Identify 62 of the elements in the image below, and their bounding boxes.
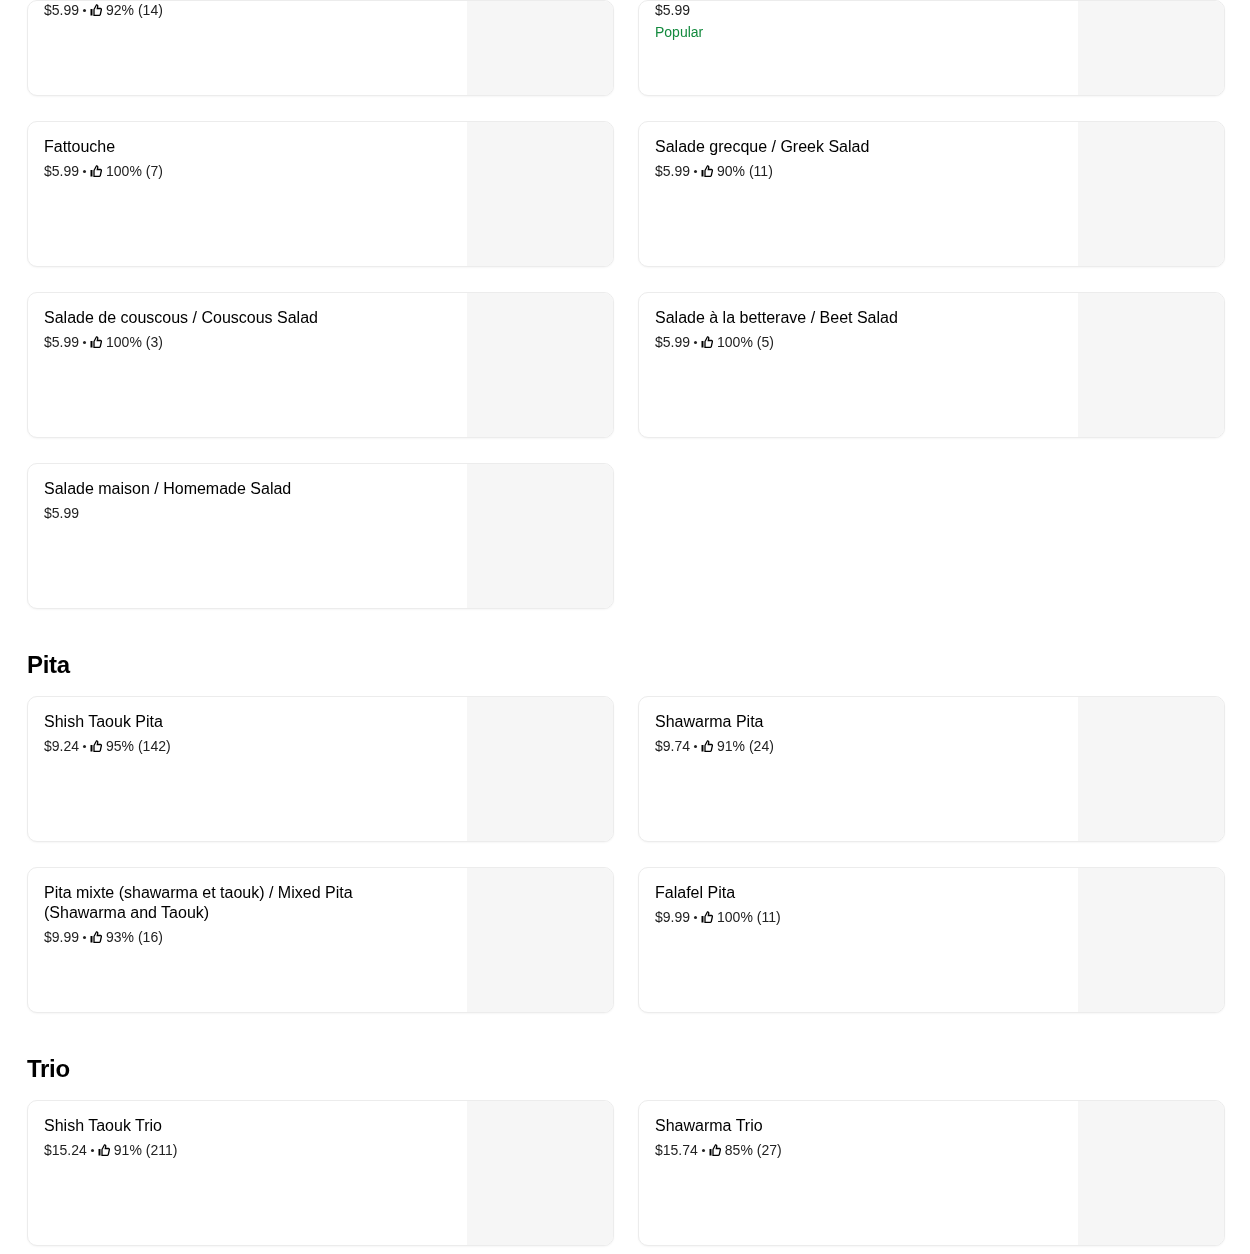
item-rating: 100% (11) (717, 908, 781, 926)
item-name: Shish Taouk Trio (44, 1116, 163, 1136)
item-price: $5.99 (44, 1, 80, 19)
menu-item-card[interactable]: Salade maison / Homemade Salad $5.99 (27, 463, 614, 609)
item-rating: 91% (211) (113, 1141, 178, 1159)
thumbs-up-icon (701, 740, 714, 752)
item-rating: 100% (7) (106, 162, 163, 180)
item-price: $5.99 (44, 504, 80, 522)
item-price: $9.24 (44, 737, 80, 755)
item-price: $5.99 (655, 1, 691, 19)
item-rating: 95% (142) (106, 737, 171, 755)
thumbs-up-icon (90, 740, 103, 752)
thumbs-up-icon (701, 165, 714, 177)
popular-label: Popular (655, 24, 705, 40)
thumbs-up-icon (97, 1144, 110, 1156)
thumbs-up-icon (701, 911, 714, 923)
item-rating: 100% (5) (717, 333, 774, 351)
thumbs-up-icon (90, 165, 103, 177)
menu-item-card[interactable]: Shawarma Pita $9.74 91% (24) (638, 696, 1225, 842)
item-price: $9.99 (655, 908, 691, 926)
item-name: Salade maison / Homemade Salad (44, 479, 293, 499)
item-name: Shawarma Trio (655, 1116, 764, 1136)
menu-item-card[interactable]: Pita mixte (shawarma et taouk) / Mixed Pita (Shawarma and Taouk) $9.99 93% (16) (27, 867, 614, 1013)
menu-item-card[interactable]: $5.99 92% (14) (27, 0, 614, 96)
item-name: Salade de couscous / Couscous Salad (44, 308, 319, 328)
section-heading: Trio (27, 1054, 71, 1084)
menu-item-card[interactable]: Salade grecque / Greek Salad $5.99 90% (11) (638, 121, 1225, 267)
item-name: Salade grecque / Greek Salad (655, 137, 871, 157)
item-price: $9.74 (655, 737, 691, 755)
thumbs-up-icon (701, 336, 714, 348)
section-heading: Pita (27, 650, 72, 680)
thumbs-up-icon (90, 931, 103, 943)
item-name: Pita mixte (shawarma et taouk) / Mixed Pita (Shawarma and Taouk) (44, 883, 354, 923)
item-price: $5.99 (655, 333, 691, 351)
item-rating: 100% (3) (106, 333, 163, 351)
item-name: Salade à la betterave / Beet Salad (655, 308, 899, 328)
item-name: Shish Taouk Pita (44, 712, 164, 732)
item-name: Falafel Pita (655, 883, 737, 903)
item-price: $5.99 (44, 162, 80, 180)
item-price: $15.74 (655, 1141, 698, 1159)
item-rating: 85% (27) (724, 1141, 782, 1159)
item-price: $15.24 (44, 1141, 87, 1159)
menu-item-card[interactable]: Shawarma Trio $15.74 85% (27) (638, 1100, 1225, 1246)
item-name: Fattouche (44, 137, 117, 157)
menu-item-card[interactable]: Salade de couscous / Couscous Salad $5.99 100% (3) (27, 292, 614, 438)
item-price: $5.99 (44, 333, 80, 351)
item-name: Shawarma Pita (655, 712, 765, 732)
item-rating: 93% (16) (106, 928, 163, 946)
menu-item-card[interactable]: Salade à la betterave / Beet Salad $5.99 100% (5) (638, 292, 1225, 438)
item-price: $9.99 (44, 928, 80, 946)
menu-item-card[interactable]: Shish Taouk Pita $9.24 95% (142) (27, 696, 614, 842)
menu-item-card[interactable]: Falafel Pita $9.99 100% (11) (638, 867, 1225, 1013)
thumbs-up-icon (90, 4, 103, 16)
menu-item-card[interactable]: $5.99 Popular (638, 0, 1225, 96)
thumbs-up-icon (90, 336, 103, 348)
item-rating: 92% (14) (106, 1, 163, 19)
item-rating: 90% (11) (717, 162, 773, 180)
item-rating: 91% (24) (717, 737, 774, 755)
item-price: $5.99 (655, 162, 691, 180)
thumbs-up-icon (708, 1144, 721, 1156)
menu-item-card[interactable]: Fattouche $5.99 100% (7) (27, 121, 614, 267)
menu-item-card[interactable]: Shish Taouk Trio $15.24 91% (211) (27, 1100, 614, 1246)
